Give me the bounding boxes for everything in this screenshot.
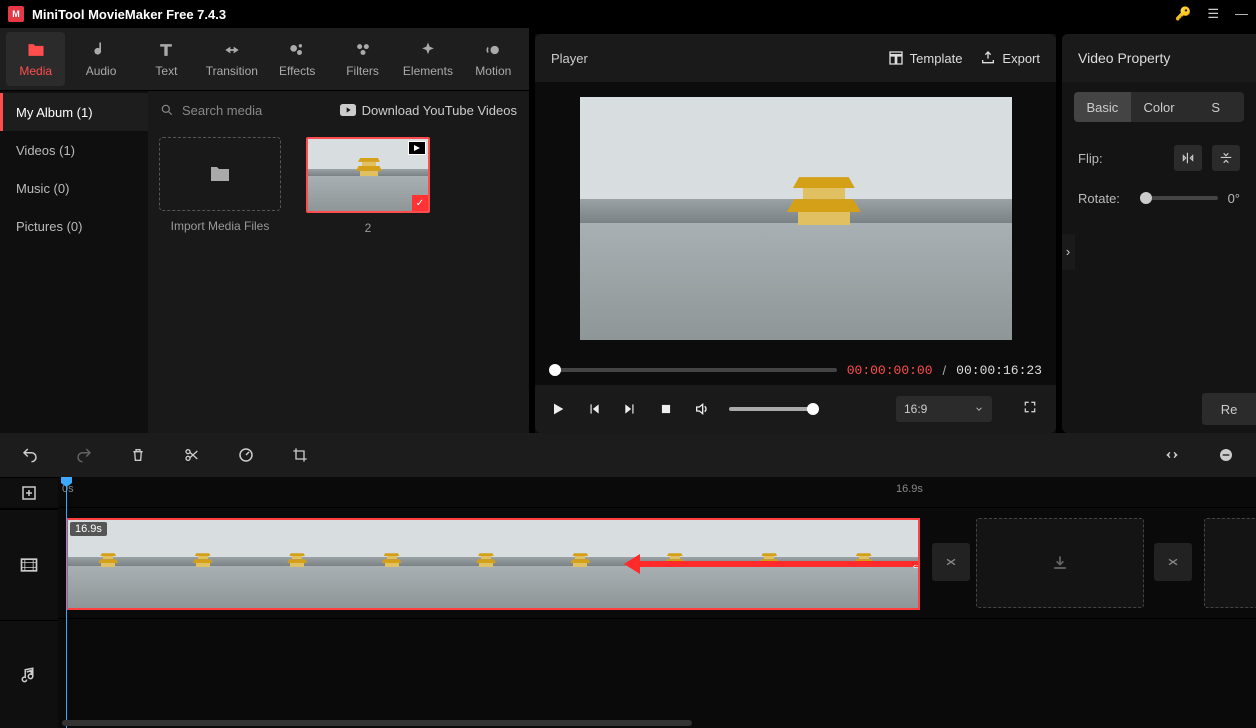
timeline-ruler[interactable]: 0s 16.9s xyxy=(58,477,1256,508)
video-track[interactable]: 16.9s ⇔ xyxy=(58,508,1256,619)
side-categories: My Album (1) Videos (1) Music (0) Pictur… xyxy=(0,91,148,433)
tab-filters[interactable]: Filters xyxy=(333,32,392,86)
search-input[interactable]: Search media xyxy=(182,103,332,118)
sparkle-bubbles-icon xyxy=(287,40,307,60)
next-frame-button[interactable] xyxy=(621,400,639,418)
video-badge-icon xyxy=(408,141,426,155)
prop-tab-color[interactable]: Color xyxy=(1131,92,1188,122)
sidecat-pictures[interactable]: Pictures (0) xyxy=(0,207,148,245)
added-check-icon: ✓ xyxy=(412,195,428,211)
menu-icon[interactable]: ☰ xyxy=(1207,6,1219,22)
scrub-slider[interactable] xyxy=(549,368,837,372)
minimize-icon[interactable]: — xyxy=(1235,6,1248,22)
player-panel: Player Template Export 00:00:00:00 / 00:… xyxy=(529,34,1062,433)
transition-slot-button[interactable] xyxy=(932,543,970,581)
redo-button[interactable] xyxy=(74,445,94,465)
tab-audio[interactable]: Audio xyxy=(71,32,130,86)
current-time: 00:00:00:00 xyxy=(847,363,933,378)
video-preview[interactable] xyxy=(535,82,1056,355)
playhead[interactable] xyxy=(66,477,67,728)
rotate-value: 0° xyxy=(1228,191,1240,206)
delete-button[interactable] xyxy=(128,445,148,465)
add-track-button[interactable] xyxy=(0,477,58,509)
main-tabs: Media Audio Text Transition Effects Filt… xyxy=(0,28,529,91)
import-media-label: Import Media Files xyxy=(171,219,270,233)
video-track-icon[interactable] xyxy=(0,509,58,620)
export-button[interactable]: Export xyxy=(980,50,1040,66)
app-logo-icon: M xyxy=(8,6,24,22)
app-title: MiniTool MovieMaker Free 7.4.3 xyxy=(32,7,1175,22)
search-icon xyxy=(160,103,174,117)
folder-plus-icon xyxy=(208,162,232,186)
sidecat-myalbum[interactable]: My Album (1) xyxy=(0,93,148,131)
flip-horizontal-button[interactable] xyxy=(1174,145,1202,171)
collapse-handle[interactable]: › xyxy=(1062,234,1075,270)
crop-button[interactable] xyxy=(290,445,310,465)
drop-zone[interactable] xyxy=(976,518,1144,608)
tab-effects[interactable]: Effects xyxy=(268,32,327,86)
timeline-panel: 0s 16.9s 16.9s xyxy=(0,433,1256,728)
flip-label: Flip: xyxy=(1078,151,1130,166)
media-thumbnail[interactable]: ✓ xyxy=(306,137,430,213)
text-icon xyxy=(156,40,176,60)
property-panel: › Video Property Basic Color S Flip: Rot… xyxy=(1062,34,1256,433)
undo-button[interactable] xyxy=(20,445,40,465)
property-title: Video Property xyxy=(1062,34,1256,82)
speed-button[interactable] xyxy=(236,445,256,465)
prev-frame-button[interactable] xyxy=(585,400,603,418)
video-clip[interactable]: 16.9s ⇔ xyxy=(66,518,920,610)
trim-arrow-annotation xyxy=(628,561,920,567)
volume-slider[interactable] xyxy=(729,407,819,411)
template-button[interactable]: Template xyxy=(888,50,963,66)
transition-icon xyxy=(222,40,242,60)
template-icon xyxy=(888,50,904,66)
title-bar: M MiniTool MovieMaker Free 7.4.3 🔑 ☰ — xyxy=(0,0,1256,28)
transition-slot-button-2[interactable] xyxy=(1154,543,1192,581)
fullscreen-button[interactable] xyxy=(1022,399,1042,419)
flip-vertical-button[interactable] xyxy=(1212,145,1240,171)
library-panel: Media Audio Text Transition Effects Filt… xyxy=(0,28,529,433)
tab-transition[interactable]: Transition xyxy=(202,32,261,86)
media-thumb-label: 2 xyxy=(365,221,372,235)
motion-icon xyxy=(483,40,503,60)
import-media-button[interactable] xyxy=(159,137,281,211)
music-note-icon xyxy=(91,40,111,60)
aspect-ratio-select[interactable]: 16:9 xyxy=(896,396,992,422)
tab-text[interactable]: Text xyxy=(137,32,196,86)
upgrade-key-icon[interactable]: 🔑 xyxy=(1175,6,1191,22)
export-icon xyxy=(980,50,996,66)
filters-dots-icon xyxy=(353,40,373,60)
sparkle-icon xyxy=(418,40,438,60)
tab-media[interactable]: Media xyxy=(6,32,65,86)
prop-tab-basic[interactable]: Basic xyxy=(1074,92,1131,122)
rotate-slider[interactable] xyxy=(1140,196,1218,200)
clip-duration-badge: 16.9s xyxy=(70,522,107,536)
split-button[interactable] xyxy=(182,445,202,465)
tab-elements[interactable]: Elements xyxy=(398,32,457,86)
sidecat-videos[interactable]: Videos (1) xyxy=(0,131,148,169)
folder-icon xyxy=(26,40,46,60)
audio-track-icon[interactable] xyxy=(0,620,58,728)
download-youtube-link[interactable]: Download YouTube Videos xyxy=(340,103,517,118)
chevron-down-icon xyxy=(974,404,984,414)
fit-timeline-icon[interactable] xyxy=(1162,445,1182,465)
prop-tab-speed[interactable]: S xyxy=(1187,92,1244,122)
zoom-out-button[interactable] xyxy=(1216,445,1236,465)
rotate-label: Rotate: xyxy=(1078,191,1130,206)
total-time: 00:00:16:23 xyxy=(956,363,1042,378)
play-button[interactable] xyxy=(549,400,567,418)
stop-button[interactable] xyxy=(657,400,675,418)
download-icon xyxy=(1050,553,1070,573)
reset-button[interactable]: Re xyxy=(1202,393,1256,425)
clip-trim-handle[interactable]: ⇔ xyxy=(908,557,920,571)
timeline-scrollbar[interactable] xyxy=(62,720,692,726)
player-title: Player xyxy=(551,51,870,66)
youtube-icon xyxy=(340,104,356,116)
tab-motion[interactable]: Motion xyxy=(464,32,523,86)
volume-icon[interactable] xyxy=(693,400,711,418)
drop-zone-2[interactable] xyxy=(1204,518,1256,608)
sidecat-music[interactable]: Music (0) xyxy=(0,169,148,207)
